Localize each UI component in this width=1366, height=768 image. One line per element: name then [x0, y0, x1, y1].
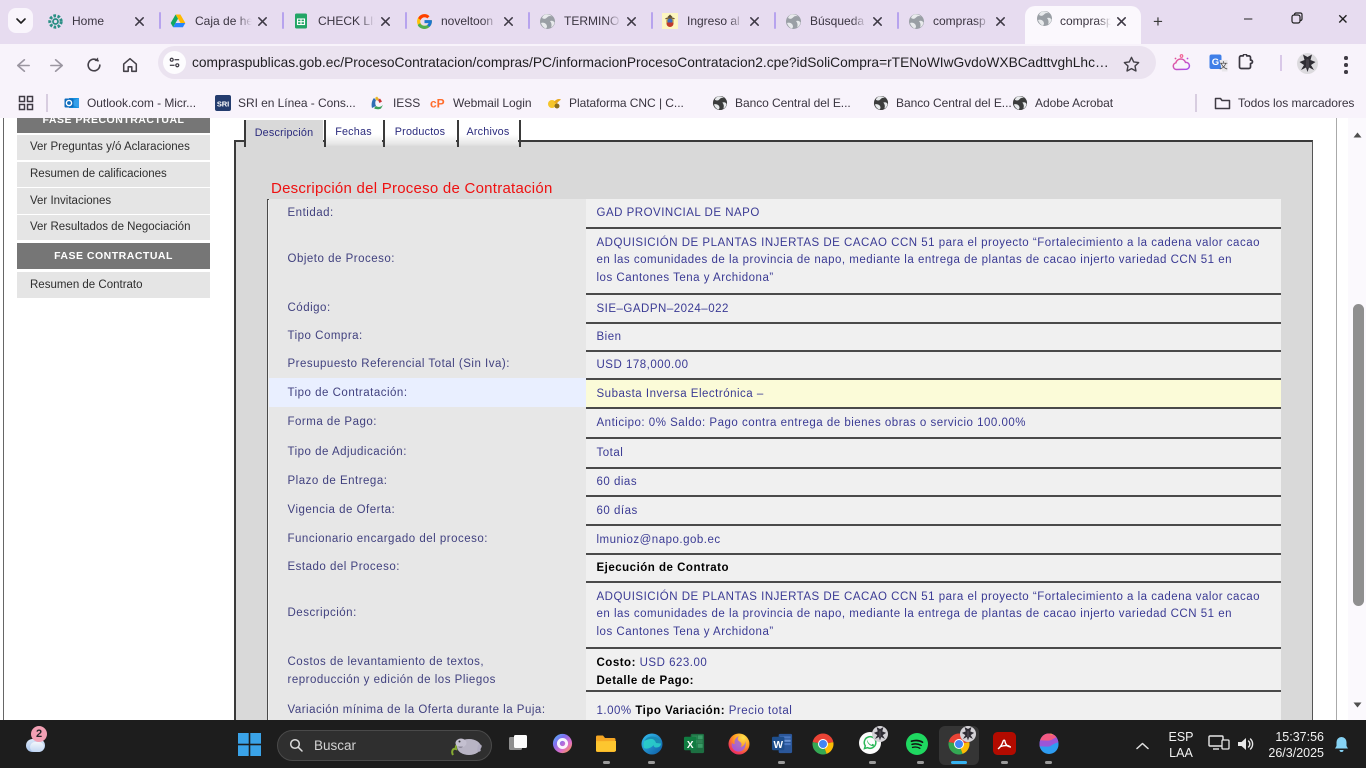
svg-text:SRI: SRI: [217, 100, 229, 109]
svg-text:X: X: [687, 740, 694, 751]
svg-text:G: G: [1212, 57, 1219, 68]
svg-text:文: 文: [1219, 61, 1228, 71]
svg-text:cP: cP: [430, 97, 445, 111]
svg-text:W: W: [773, 740, 783, 751]
